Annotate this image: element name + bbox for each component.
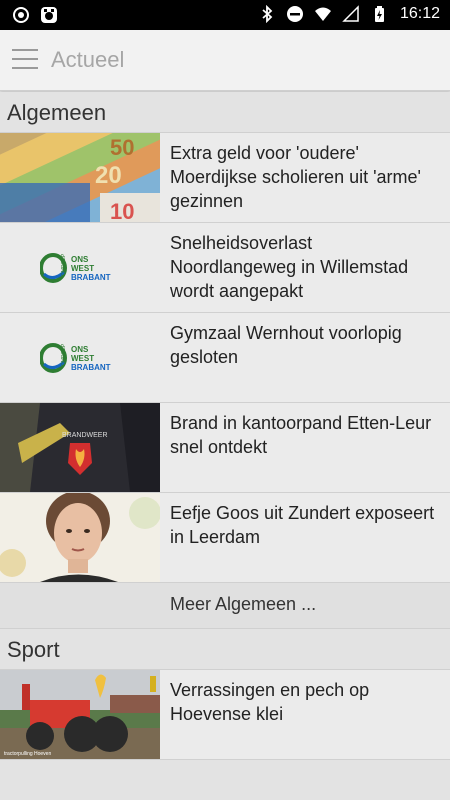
svg-text:10: 10: [110, 199, 134, 222]
news-title: Verrassingen en pech op Hoevense klei: [170, 680, 370, 724]
news-title: Snelheidsoverlast Noordlangeweg in Wille…: [170, 233, 409, 301]
bluetooth-icon: [262, 5, 273, 23]
status-bar: 16:12: [0, 0, 450, 30]
list-item[interactable]: OMROEP ONS WEST BRABANT Snelheidsoverlas…: [0, 223, 450, 313]
app-bar: Actueel: [0, 30, 450, 91]
menu-icon[interactable]: [12, 49, 38, 71]
firefighter-jacket-thumbnail: BRANDWEER: [0, 403, 160, 492]
list-item[interactable]: tractorpulling Hoeven Verrassingen en pe…: [0, 670, 450, 760]
no-signal-icon: [342, 5, 359, 22]
logo-side-text: OMROEP: [61, 343, 67, 366]
omroep-logo-thumbnail: OMROEP ONS WEST BRABANT: [0, 223, 160, 312]
do-not-disturb-icon: [286, 6, 303, 22]
svg-text:ONS: ONS: [71, 345, 89, 354]
status-clock: 16:12: [399, 5, 440, 22]
section-header-sport: Sport: [0, 629, 450, 670]
omroep-west-brabant-logo: OMROEP ONS WEST BRABANT: [40, 342, 111, 373]
euro-banknotes-thumbnail: 10 20 50: [0, 133, 160, 222]
news-title: Gymzaal Wernhout voorlopig gesloten: [170, 323, 402, 367]
news-title: Brand in kantoorpand Etten-Leur snel ont…: [170, 413, 432, 457]
svg-text:tractorpulling Hoeven: tractorpulling Hoeven: [4, 751, 51, 757]
svg-text:BRANDWEER: BRANDWEER: [62, 432, 108, 439]
list-item[interactable]: 10 20 50 Extra geld voor 'oudere' Moerdi…: [0, 133, 450, 223]
news-list[interactable]: Algemeen 10 20 50 Extra geld voor 'ouder…: [0, 92, 450, 800]
list-item[interactable]: BRANDWEER Brand in kantoorpand Etten-Leu…: [0, 403, 450, 493]
svg-text:50: 50: [110, 135, 134, 160]
section-header-algemeen: Algemeen: [0, 92, 450, 133]
record-icon: [13, 7, 29, 23]
svg-text:ONS: ONS: [71, 255, 89, 264]
news-title: Eefje Goos uit Zundert exposeert in Leer…: [170, 503, 435, 547]
svg-text:BRABANT: BRABANT: [71, 363, 111, 372]
list-item[interactable]: Eefje Goos uit Zundert exposeert in Leer…: [0, 493, 450, 583]
svg-text:20: 20: [95, 162, 122, 189]
tractor-pulling-thumbnail: tractorpulling Hoeven: [0, 670, 160, 759]
page-title: Actueel: [51, 47, 125, 72]
more-algemeen-link[interactable]: Meer Algemeen ...: [0, 583, 450, 629]
omroep-logo-thumbnail: OMROEP ONS WEST BRABANT: [0, 313, 160, 402]
logo-side-text: OMROEP: [61, 253, 67, 276]
svg-text:WEST: WEST: [71, 264, 94, 273]
omroep-west-brabant-logo: OMROEP ONS WEST BRABANT: [40, 252, 111, 283]
list-item[interactable]: OMROEP ONS WEST BRABANT Gymzaal Wernhout…: [0, 313, 450, 403]
portrait-thumbnail: [0, 493, 160, 582]
app-notification-icon: [41, 7, 57, 23]
svg-text:BRABANT: BRABANT: [71, 273, 111, 282]
svg-text:WEST: WEST: [71, 354, 94, 363]
battery-charging-icon: [374, 6, 384, 22]
wifi-icon: [314, 7, 331, 21]
news-title: Extra geld voor 'oudere' Moerdijkse scho…: [170, 143, 421, 211]
